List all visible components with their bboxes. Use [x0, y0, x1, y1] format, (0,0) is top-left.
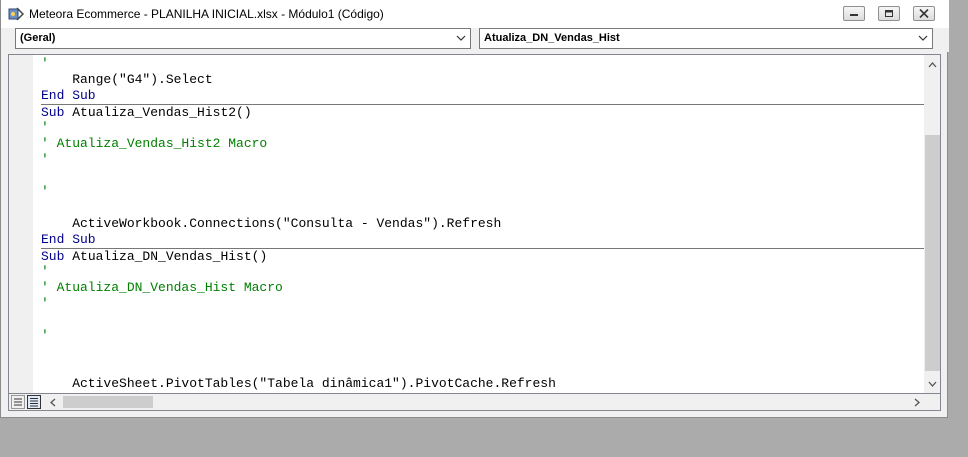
code-line[interactable]: End Sub: [41, 392, 925, 393]
code-line[interactable]: Sub Atualiza_Vendas_Hist2(): [41, 104, 925, 120]
code-line[interactable]: Range("G4").Select: [41, 72, 925, 88]
scroll-up-icon[interactable]: [928, 61, 937, 68]
code-line[interactable]: [41, 200, 925, 216]
code-line[interactable]: [41, 360, 925, 376]
code-line[interactable]: ActiveSheet.PivotTables("Tabela dinâmica…: [41, 376, 925, 392]
code-line[interactable]: Sub Atualiza_DN_Vendas_Hist(): [41, 248, 925, 264]
code-line[interactable]: ': [41, 152, 925, 168]
horizontal-bar: [8, 394, 941, 411]
code-line[interactable]: ': [41, 120, 925, 136]
procedure-view-icon[interactable]: [11, 395, 25, 409]
vertical-scrollbar[interactable]: [924, 55, 940, 393]
horizontal-scroll-thumb[interactable]: [63, 396, 153, 408]
vertical-scroll-thumb[interactable]: [925, 135, 940, 371]
minimize-icon: [850, 14, 858, 16]
code-line[interactable]: ': [41, 56, 925, 72]
code-editor[interactable]: ' Range("G4").Select End Sub Sub Atualiza_…: [8, 54, 941, 394]
code-line[interactable]: [41, 312, 925, 328]
restore-icon: [885, 10, 893, 17]
code-line[interactable]: ' Atualiza_DN_Vendas_Hist Macro: [41, 280, 925, 296]
scroll-down-icon[interactable]: [928, 381, 937, 388]
object-combo-value: (Geral): [20, 32, 56, 44]
restore-button[interactable]: [878, 6, 900, 21]
full-module-view-icon[interactable]: [27, 395, 41, 409]
margin-indicator-bar[interactable]: [9, 55, 33, 393]
object-combo[interactable]: (Geral): [15, 28, 471, 49]
close-button[interactable]: [913, 6, 935, 21]
combo-bar: (Geral) Atualiza_DN_Vendas_Hist: [1, 28, 949, 52]
chevron-down-icon[interactable]: [456, 34, 466, 42]
minimize-button[interactable]: [843, 6, 865, 21]
scroll-left-icon[interactable]: [49, 398, 56, 407]
procedure-combo[interactable]: Atualiza_DN_Vendas_Hist: [479, 28, 933, 49]
vba-project-icon: [8, 7, 24, 21]
window-title: Meteora Ecommerce - PLANILHA INICIAL.xls…: [29, 7, 384, 21]
code-line[interactable]: ': [41, 296, 925, 312]
code-line[interactable]: [41, 168, 925, 184]
code-area[interactable]: ' Range("G4").Select End Sub Sub Atualiza_…: [41, 56, 925, 393]
code-line[interactable]: ': [41, 328, 925, 344]
code-line[interactable]: ' Atualiza_Vendas_Hist2 Macro: [41, 136, 925, 152]
code-line[interactable]: ActiveWorkbook.Connections("Consulta - V…: [41, 216, 925, 232]
code-window: Meteora Ecommerce - PLANILHA INICIAL.xls…: [0, 0, 949, 418]
code-line[interactable]: [41, 344, 925, 360]
code-line[interactable]: End Sub: [41, 232, 925, 248]
procedure-combo-value: Atualiza_DN_Vendas_Hist: [484, 32, 620, 44]
code-line[interactable]: End Sub: [41, 88, 925, 104]
scroll-right-icon[interactable]: [914, 398, 921, 407]
code-line[interactable]: ': [41, 264, 925, 280]
title-bar[interactable]: Meteora Ecommerce - PLANILHA INICIAL.xls…: [1, 0, 949, 28]
chevron-down-icon[interactable]: [918, 34, 928, 42]
close-icon: [919, 9, 929, 18]
code-line[interactable]: ': [41, 184, 925, 200]
